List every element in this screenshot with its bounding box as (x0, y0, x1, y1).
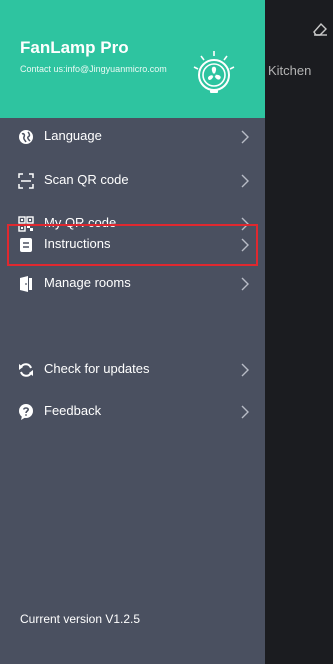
door-icon (20, 276, 32, 292)
refresh-icon (19, 363, 33, 377)
selection-highlight (7, 224, 258, 266)
menu-item-manage-rooms[interactable]: Manage rooms (0, 266, 265, 302)
menu-item-language[interactable]: Language (0, 119, 265, 155)
chevron-right-icon (241, 363, 249, 377)
chevron-right-icon (241, 405, 249, 419)
scan-icon (18, 173, 34, 189)
menu-item-check-updates[interactable]: Check for updates (0, 352, 265, 388)
drawer-header: FanLamp Pro Contact us:info@Jingyuanmicr… (0, 0, 265, 118)
menu-item-label: Feedback (44, 403, 102, 418)
fan-lamp-logo-icon (193, 51, 235, 93)
chevron-right-icon (241, 277, 249, 291)
globe-icon (19, 130, 33, 144)
menu-item-label: Manage rooms (44, 275, 131, 290)
menu-item-scan-qr[interactable]: Scan QR code (0, 163, 265, 199)
menu-item-label: Language (44, 128, 102, 143)
side-drawer: FanLamp Pro Contact us:info@Jingyuanmicr… (0, 0, 265, 664)
contact-email: Contact us:info@Jingyuanmicro.com (20, 64, 167, 74)
app-version: Current version V1.2.5 (20, 612, 141, 626)
menu-item-label: Scan QR code (44, 172, 129, 187)
chevron-right-icon (241, 174, 249, 188)
menu-item-feedback[interactable]: Feedback (0, 394, 265, 430)
room-tab-kitchen[interactable]: Kitchen (268, 63, 311, 78)
app-title: FanLamp Pro (20, 38, 129, 57)
help-icon (19, 404, 33, 420)
eraser-icon[interactable] (311, 20, 329, 38)
chevron-right-icon (241, 130, 249, 144)
menu-item-label: Check for updates (44, 361, 150, 376)
